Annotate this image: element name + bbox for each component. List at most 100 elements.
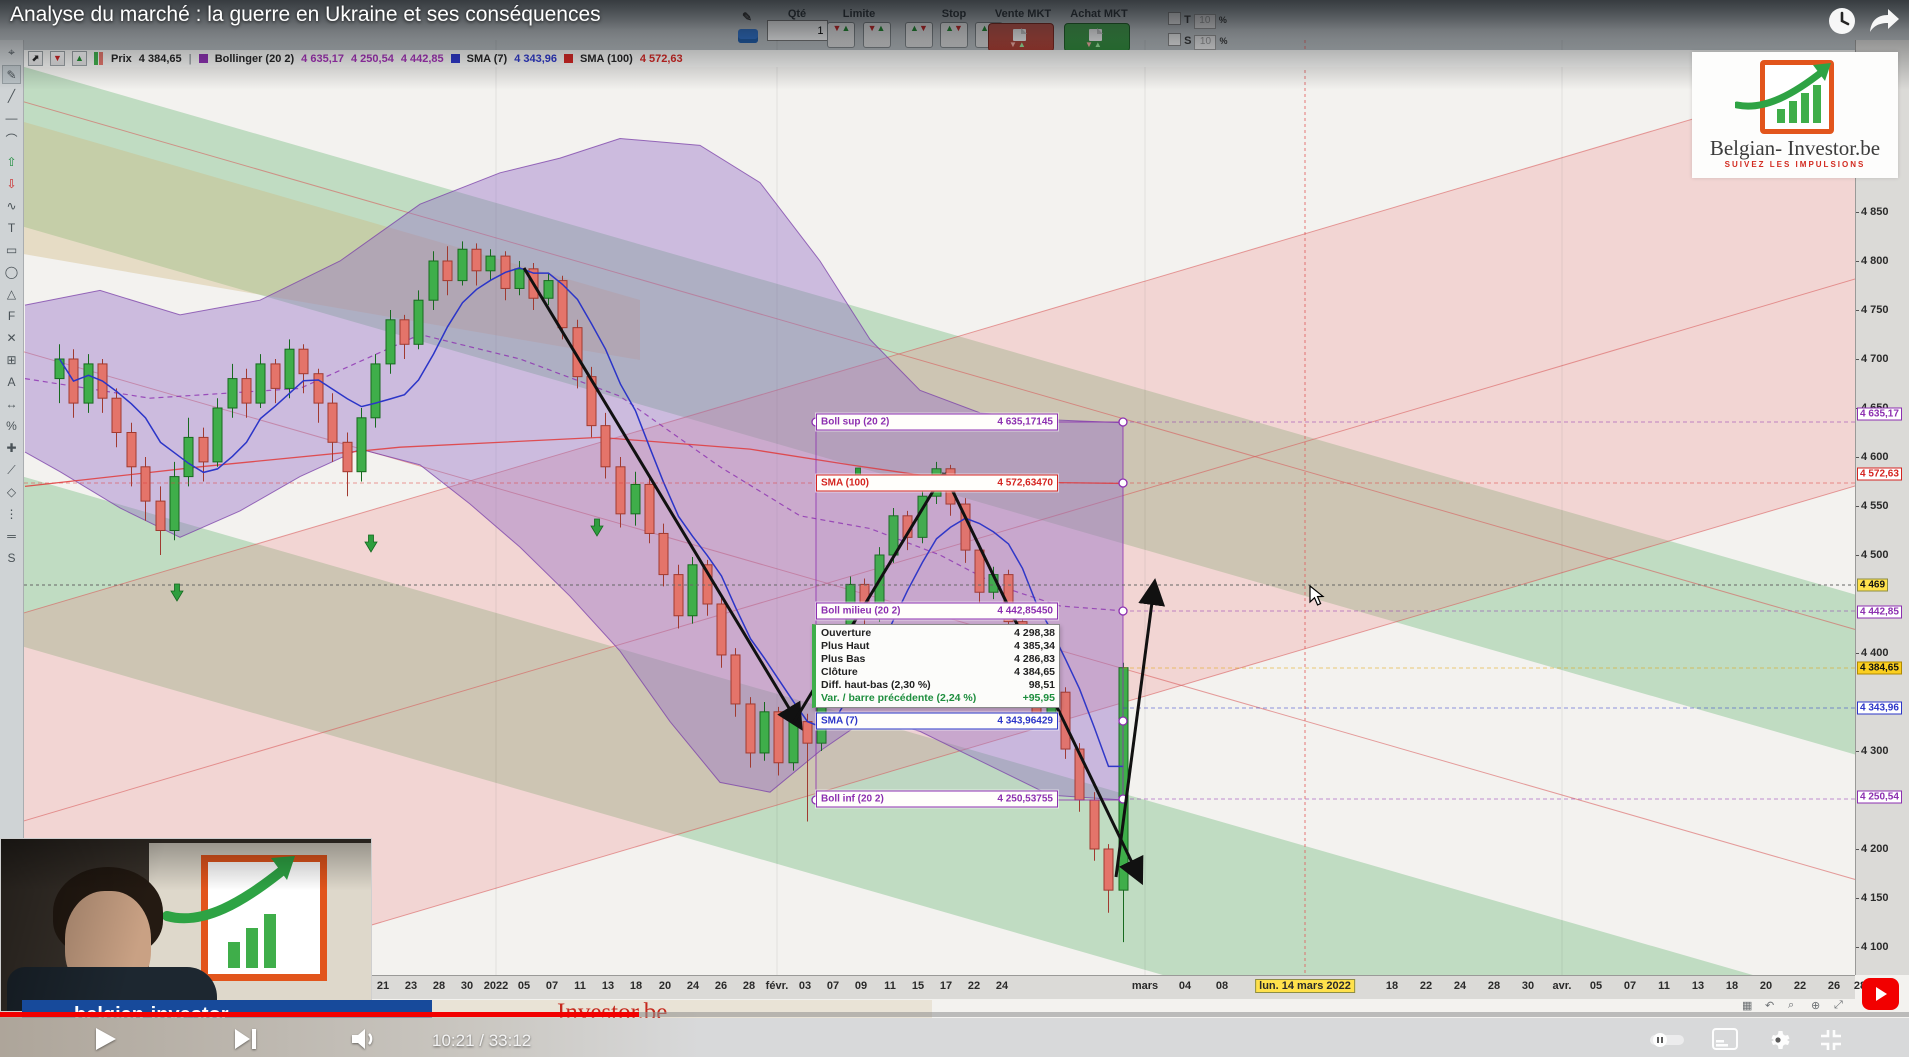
- draw-tool-icon[interactable]: ⌖: [2, 43, 21, 62]
- candle-body[interactable]: [385, 319, 396, 365]
- draw-tool-icon[interactable]: ⇧: [2, 153, 21, 172]
- candle-body[interactable]: [658, 532, 669, 576]
- candle-body[interactable]: [428, 260, 439, 301]
- candle-body[interactable]: [155, 500, 166, 532]
- candle-body[interactable]: [140, 466, 151, 502]
- expand-chart-icon[interactable]: ⬈: [28, 51, 43, 66]
- candle-body[interactable]: [241, 378, 252, 404]
- draw-tool-icon[interactable]: S: [2, 549, 21, 568]
- play-button[interactable]: [92, 1026, 118, 1057]
- selection-handle[interactable]: [1118, 716, 1128, 726]
- price-axis[interactable]: 4 8504 8004 7504 7004 6504 6004 5504 500…: [1855, 40, 1909, 975]
- selection-handle[interactable]: [1118, 478, 1128, 488]
- candle-body[interactable]: [198, 436, 209, 463]
- draw-tool-icon[interactable]: ⋮: [2, 505, 21, 524]
- candle-body[interactable]: [356, 417, 367, 473]
- draw-tool-icon[interactable]: ⌒: [2, 131, 21, 150]
- candle-body[interactable]: [457, 248, 468, 282]
- draw-tool-icon[interactable]: ▭: [2, 241, 21, 260]
- candle-body[interactable]: [600, 425, 611, 468]
- draw-tool-icon[interactable]: ◯: [2, 263, 21, 282]
- candle-body[interactable]: [169, 476, 180, 532]
- draw-tool-icon[interactable]: T: [2, 219, 21, 238]
- candle-body[interactable]: [83, 363, 94, 404]
- video-progress-track[interactable]: [0, 1012, 1909, 1017]
- candle-body[interactable]: [126, 432, 137, 468]
- candle-body[interactable]: [413, 299, 424, 345]
- candle-body[interactable]: [759, 711, 770, 754]
- candle-body[interactable]: [442, 260, 453, 282]
- selection-handle[interactable]: [1118, 606, 1128, 616]
- candle-body[interactable]: [370, 363, 381, 419]
- draw-tool-icon[interactable]: ✚: [2, 439, 21, 458]
- candle-body[interactable]: [788, 721, 799, 764]
- indicator-label-box[interactable]: SMA (100) 4 572,63470: [816, 474, 1058, 492]
- fullscreen-icon[interactable]: [1818, 1028, 1844, 1057]
- draw-tool-icon[interactable]: ╱: [2, 87, 21, 106]
- chart-footer-icon[interactable]: ▦: [1742, 999, 1752, 1012]
- indicator-label-box[interactable]: Boll sup (20 2) 4 635,17145: [816, 413, 1058, 431]
- candle-body[interactable]: [1089, 799, 1100, 850]
- candle-body[interactable]: [485, 255, 496, 272]
- candle-body[interactable]: [298, 348, 309, 375]
- candle-body[interactable]: [773, 711, 784, 764]
- candle-body[interactable]: [615, 466, 626, 515]
- youtube-logo-watermark[interactable]: [1862, 978, 1899, 1010]
- draw-tool-icon[interactable]: ―: [2, 109, 21, 128]
- chart-footer-icon[interactable]: ⊕: [1811, 999, 1820, 1012]
- candle-body[interactable]: [630, 483, 641, 515]
- settings-gear-icon[interactable]: [1766, 1028, 1790, 1057]
- draw-tool-icon[interactable]: F: [2, 307, 21, 326]
- draw-tool-icon[interactable]: ⟋: [2, 461, 21, 480]
- candle-body[interactable]: [342, 441, 353, 473]
- draw-tool-icon[interactable]: ✎: [2, 65, 21, 84]
- candle-body[interactable]: [644, 483, 655, 534]
- indicator-label-box[interactable]: Boll inf (20 2) 4 250,53755: [816, 790, 1058, 808]
- indicator-label-box[interactable]: Boll milieu (20 2) 4 442,85450: [816, 602, 1058, 620]
- candle-body[interactable]: [543, 280, 554, 299]
- draw-tool-icon[interactable]: ═: [2, 527, 21, 546]
- sell-arrow-icon[interactable]: ▼: [50, 51, 65, 66]
- draw-tool-icon[interactable]: △: [2, 285, 21, 304]
- candle-body[interactable]: [183, 436, 194, 478]
- draw-tool-icon[interactable]: ↔: [2, 395, 21, 414]
- candle-body[interactable]: [471, 248, 482, 272]
- draw-tool-icon[interactable]: ⊞: [2, 351, 21, 370]
- candle-body[interactable]: [745, 703, 756, 754]
- candle-body[interactable]: [1103, 848, 1114, 891]
- draw-tool-icon[interactable]: A: [2, 373, 21, 392]
- candle-body[interactable]: [673, 574, 684, 617]
- chart-footer-icon[interactable]: ⌕: [1788, 999, 1794, 1012]
- draw-tool-icon[interactable]: ∿: [2, 197, 21, 216]
- draw-tool-icon[interactable]: ◇: [2, 483, 21, 502]
- candle-body[interactable]: [54, 358, 65, 380]
- candle-body[interactable]: [327, 402, 338, 443]
- candle-body[interactable]: [730, 654, 741, 705]
- candle-body[interactable]: [111, 397, 122, 434]
- candle-body[interactable]: [399, 319, 410, 345]
- draw-tool-icon[interactable]: %: [2, 417, 21, 436]
- volume-button[interactable]: [350, 1026, 378, 1057]
- chart-footer-icon[interactable]: ⤢: [1834, 999, 1843, 1012]
- indicator-label-box[interactable]: SMA (7) 4 343,96429: [816, 712, 1058, 730]
- candle-body[interactable]: [313, 373, 324, 404]
- draw-tool-icon[interactable]: ⇩: [2, 175, 21, 194]
- draw-tool-icon[interactable]: ✕: [2, 329, 21, 348]
- chart-footer-icon[interactable]: ↶: [1765, 999, 1774, 1012]
- candle-body[interactable]: [716, 603, 727, 656]
- candle-body[interactable]: [270, 363, 281, 389]
- candle-body[interactable]: [514, 268, 525, 289]
- candle-body[interactable]: [255, 363, 266, 404]
- miniplayer-icon[interactable]: [1712, 1028, 1738, 1055]
- buy-arrow-icon[interactable]: ▲: [72, 51, 87, 66]
- watch-later-icon[interactable]: [1827, 6, 1857, 41]
- next-button[interactable]: [233, 1026, 259, 1057]
- share-icon[interactable]: [1868, 6, 1902, 41]
- candle-body[interactable]: [284, 348, 295, 389]
- candle-body[interactable]: [802, 721, 813, 744]
- candle-body[interactable]: [227, 378, 238, 409]
- selection-handle[interactable]: [1118, 417, 1128, 427]
- candle-body[interactable]: [212, 407, 223, 463]
- candle-body[interactable]: [687, 564, 698, 617]
- autoplay-toggle[interactable]: [1650, 1033, 1684, 1052]
